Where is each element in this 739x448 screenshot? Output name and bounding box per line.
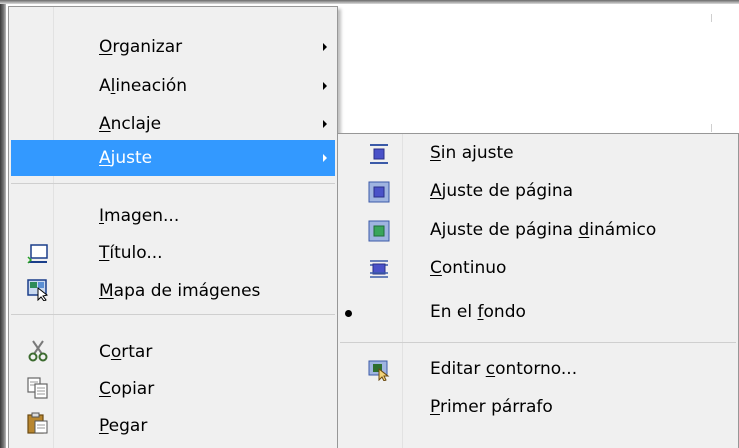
submenu-item-label: Sin ajuste [430,143,514,163]
submenu-item-sin-ajuste[interactable]: Sin ajuste [340,136,736,172]
submenu-item-label: En el fondo [430,302,526,322]
submenu-item-label: Ajuste de página [430,181,574,201]
menu-item-imagen[interactable]: Imagen... [11,198,335,234]
submenu-item-label: Ajuste de página dinámico [430,220,657,240]
submenu-item-label: Primer párrafo [430,397,553,417]
submenu-item-continuo[interactable]: Continuo [340,251,736,287]
wrap-dynamic-icon [368,220,390,242]
background-tick [711,14,712,22]
scissors-icon [28,340,48,362]
submenu-item-label: Editar contorno... [430,359,578,379]
menu-item-label: Mapa de imágenes [99,281,261,301]
submenu-item-en-el-fondo[interactable]: En el fondo [340,295,736,331]
menu-item-label: Pegar [99,416,148,436]
submenu-item-ajuste-dinamico[interactable]: Ajuste de página dinámico [340,213,736,249]
menu-item-mapa-de-imagenes[interactable]: Mapa de imágenes [11,273,335,309]
menu-item-alineacion[interactable]: Alineación [11,68,335,104]
menu-item-cortar[interactable]: Cortar [11,334,335,370]
menu-item-label: Copiar [99,379,155,399]
image-map-icon [27,279,49,301]
submenu-item-primer-parrafo[interactable]: Primer párrafo [340,390,736,426]
paste-icon [27,412,48,434]
menu-item-pegar[interactable]: Pegar [11,408,335,444]
menu-item-label: Título... [99,243,163,263]
menu-item-ajuste[interactable]: Ajuste [11,140,335,176]
submenu-arrow-icon [323,82,327,90]
window-shadow-top [0,0,739,4]
caption-icon [27,244,48,264]
checked-bullet-icon [345,310,352,317]
submenu-item-ajuste-de-pagina[interactable]: Ajuste de página [340,174,736,210]
menu-item-copiar[interactable]: Copiar [11,371,335,407]
edit-contour-icon [368,360,390,381]
copy-icon [27,377,48,399]
menu-item-label: Imagen... [99,206,180,226]
submenu-arrow-icon [323,43,327,51]
menu-separator [11,183,335,184]
wrap-submenu: Sin ajuste Ajuste de página Ajuste de pá… [337,133,739,448]
submenu-arrow-icon [323,120,327,128]
menu-item-label: Anclaje [99,114,162,134]
window-shadow-left [0,0,6,448]
menu-separator [11,314,335,315]
menu-separator [340,342,736,343]
menu-item-label: Organizar [99,37,183,57]
menu-item-organizar[interactable]: Organizar [11,29,335,65]
menu-item-label: Cortar [99,342,153,362]
context-menu: Organizar Alineación Anclaje Ajuste Imag… [8,6,338,448]
wrap-page-icon [368,181,390,203]
submenu-arrow-icon [323,154,327,162]
wrap-none-icon [370,144,388,164]
menu-item-label: Ajuste [99,148,153,168]
submenu-item-editar-contorno[interactable]: Editar contorno... [340,352,736,388]
menu-item-titulo[interactable]: Título... [11,235,335,271]
background-tick [711,124,712,132]
menu-item-anclaje[interactable]: Anclaje [11,106,335,142]
submenu-item-label: Continuo [430,258,507,278]
wrap-through-icon [370,260,388,278]
menu-item-label: Alineación [99,76,187,96]
